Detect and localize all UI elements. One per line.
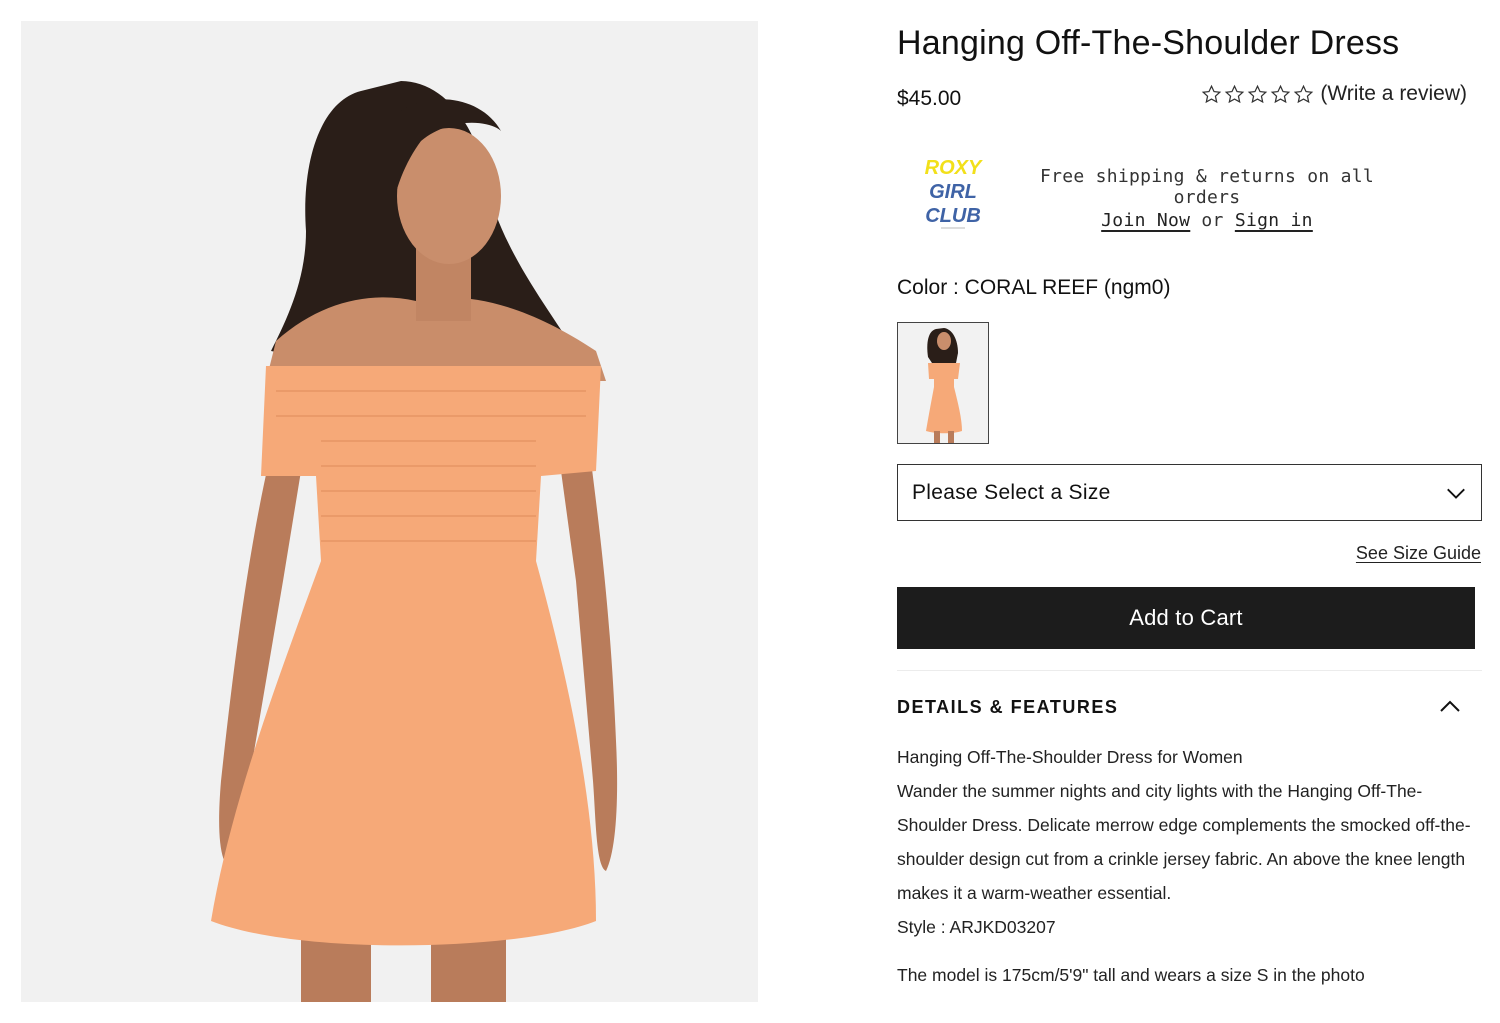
details-heading: DETAILS & FEATURES bbox=[897, 696, 1119, 717]
model-size-note: The model is 175cm/5'9" tall and wears a… bbox=[897, 965, 1365, 985]
swatch-thumbnail bbox=[898, 323, 988, 443]
product-price: $45.00 bbox=[897, 87, 962, 110]
size-guide-link[interactable]: See Size Guide bbox=[1356, 543, 1481, 564]
details-content: Hanging Off-The-Shoulder Dress for Women… bbox=[897, 740, 1482, 944]
star-icon[interactable] bbox=[1270, 84, 1291, 105]
rating: (Write a review) bbox=[1201, 82, 1467, 106]
star-icon[interactable] bbox=[1293, 84, 1314, 105]
star-icon[interactable] bbox=[1247, 84, 1268, 105]
star-icon[interactable] bbox=[1201, 84, 1222, 105]
product-info: Hanging Off-The-Shoulder Dress $45.00 (W… bbox=[897, 0, 1487, 1023]
details-description: Wander the summer nights and city lights… bbox=[897, 781, 1471, 903]
svg-text:GIRL: GIRL bbox=[929, 181, 977, 203]
color-swatch-coral-reef[interactable] bbox=[897, 322, 989, 444]
chevron-up-icon[interactable] bbox=[1438, 695, 1462, 719]
model-photo bbox=[21, 21, 758, 1002]
club-offer: Free shipping & returns on all orders Jo… bbox=[1007, 166, 1407, 231]
svg-text:ROXY: ROXY bbox=[925, 157, 983, 179]
style-number: Style : ARJKD03207 bbox=[897, 917, 1056, 937]
roxy-girl-club-logo: ROXY GIRL CLUB bbox=[925, 157, 983, 229]
shipping-text: Free shipping & returns on all orders bbox=[1039, 166, 1375, 208]
star-icon[interactable] bbox=[1224, 84, 1245, 105]
product-title: Hanging Off-The-Shoulder Dress bbox=[897, 24, 1400, 62]
chevron-down-icon bbox=[1447, 488, 1465, 499]
roxy-girl-club-banner: ROXY GIRL CLUB Free shipping & returns o… bbox=[897, 146, 1487, 236]
join-now-link[interactable]: Join Now bbox=[1101, 210, 1190, 231]
or-text: or bbox=[1201, 210, 1224, 231]
club-links: Join Now or Sign in bbox=[1007, 210, 1407, 231]
details-subtitle: Hanging Off-The-Shoulder Dress for Women bbox=[897, 747, 1243, 767]
product-image[interactable] bbox=[21, 21, 758, 1002]
divider bbox=[897, 670, 1482, 671]
size-select[interactable]: Please Select a Size bbox=[897, 464, 1482, 521]
svg-text:CLUB: CLUB bbox=[925, 205, 981, 227]
write-review-link[interactable]: (Write a review) bbox=[1320, 82, 1467, 106]
star-rating[interactable] bbox=[1201, 84, 1314, 105]
details-accordion-header[interactable]: DETAILS & FEATURES bbox=[897, 694, 1482, 720]
size-select-value: Please Select a Size bbox=[912, 480, 1111, 504]
color-label: Color : CORAL REEF (ngm0) bbox=[897, 276, 1171, 299]
sign-in-link[interactable]: Sign in bbox=[1235, 210, 1313, 231]
add-to-cart-button[interactable]: Add to Cart bbox=[897, 587, 1475, 649]
